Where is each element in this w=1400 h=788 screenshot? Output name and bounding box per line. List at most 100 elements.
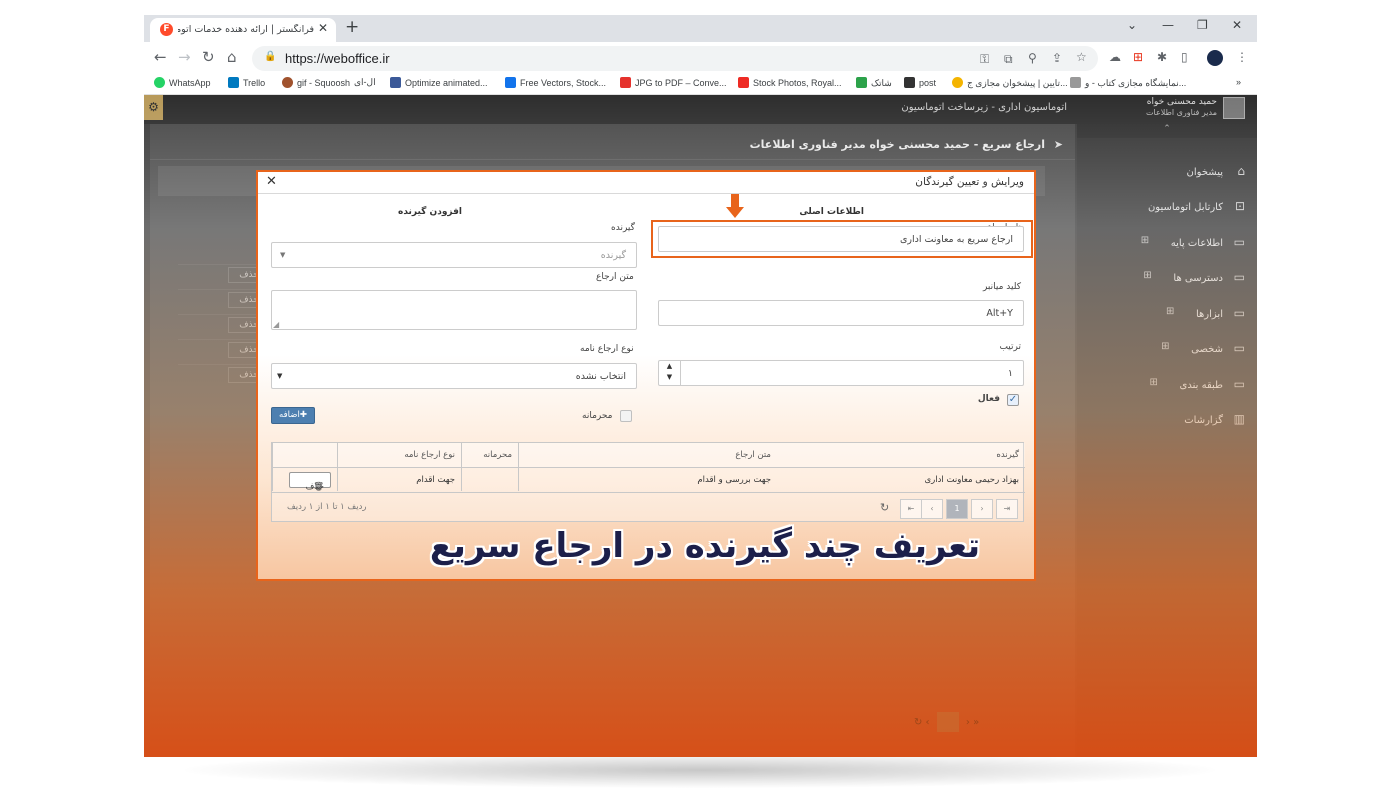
folder-icon: ▭ [1233, 270, 1245, 284]
grid-icon [856, 77, 867, 88]
bookmark-squoosh[interactable]: gif - Squoosh [282, 77, 350, 88]
url-text: https://weboffice.ir [285, 51, 390, 66]
key-icon[interactable]: ⚿ [980, 52, 989, 67]
column-header[interactable]: نوع ارجاع نامه [337, 443, 461, 467]
book-icon [1070, 77, 1081, 88]
active-label: فعال [977, 394, 1000, 404]
side-panel-icon[interactable]: ▯ [1181, 50, 1188, 64]
bookmark-ezgif[interactable]: Optimize animated... [390, 77, 488, 88]
sidebar-item-basic-info[interactable]: ▭اطلاعات پایه ⊞ [1141, 235, 1245, 249]
resize-handle-icon[interactable]: ◢ [273, 320, 279, 329]
bookmark-grid[interactable]: شاتک [856, 77, 892, 89]
arrow-down-icon [726, 194, 744, 220]
expand-icon[interactable]: ⊞ [1141, 235, 1149, 246]
plus-icon: ✚ [299, 410, 307, 420]
translate-icon[interactable]: ⧉ [1004, 52, 1013, 67]
expand-icon[interactable]: ⊞ [1161, 341, 1169, 352]
tab-title: فرانگستر | ارائه دهنده خدمات اتوماسیون ا… [178, 24, 314, 35]
column-header[interactable]: متن ارجاع [518, 443, 777, 467]
first-page-icon[interactable]: ⇤ [900, 499, 922, 519]
recipients-table: گیرنده متن ارجاع محرمانه نوع ارجاع نامه … [271, 442, 1025, 522]
bookmark-ilovepdf[interactable]: JPG to PDF – Conve... [620, 77, 727, 88]
forward-icon[interactable]: → [178, 48, 191, 66]
shutterstock-icon [738, 77, 749, 88]
squoosh-icon [282, 77, 293, 88]
dialog-header: ✕ ویرایش و تعیین گیرندگان [258, 172, 1034, 194]
expand-icon[interactable]: ⊞ [1150, 377, 1158, 388]
minimize-icon[interactable]: — [1162, 18, 1174, 32]
active-checkbox[interactable]: ✓ [1007, 394, 1019, 406]
refresh-icon[interactable]: ↻ [880, 501, 889, 514]
tab-strip: F فرانگستر | ارائه دهنده خدمات اتوماسیون… [144, 15, 1257, 42]
confidential-checkbox[interactable] [620, 410, 632, 422]
close-window-icon[interactable]: ✕ [1232, 18, 1242, 32]
sidebar-collapse-icon[interactable]: ⌃ [1077, 124, 1257, 138]
extension-cloud-icon[interactable]: ☁ [1109, 50, 1121, 64]
sidebar-item-classification[interactable]: ▭طبقه بندی ⊞ [1150, 377, 1245, 391]
browser-toolbar: ← → ↻ ⌂ 🔒 https://weboffice.ir ⚿ ⧉ ⚲ ⇪ ☆… [144, 42, 1257, 74]
shortcut-input[interactable]: Alt+Y [658, 300, 1024, 326]
settings-gear-icon[interactable]: ⚙ [144, 95, 163, 120]
extension-plus-icon[interactable]: ⊞ [1133, 50, 1143, 64]
sidebar-item-access[interactable]: ▭دسترسی ها ⊞ [1143, 270, 1245, 284]
sidebar-item-dashboard[interactable]: ⌂پیشخوان [1187, 164, 1245, 178]
extensions-puzzle-icon[interactable]: ✱ [1157, 50, 1167, 64]
confidential-label: محرمانه [582, 411, 613, 421]
user-box[interactable]: حمید محسنی خواه مدیر فناوری اطلاعات [1109, 97, 1245, 121]
tab-favicon: F [160, 23, 173, 36]
bookmarks-overflow-icon[interactable]: » [1236, 77, 1241, 87]
new-tab-icon[interactable]: + [345, 17, 359, 37]
reload-icon[interactable]: ↻ [202, 48, 215, 66]
delete-row-button[interactable]: 🗑 حذف [289, 472, 331, 492]
current-page-button[interactable]: 1 [946, 499, 968, 519]
last-page-icon[interactable]: ⇥ [996, 499, 1018, 519]
previous-page-icon[interactable]: ‹ [921, 499, 943, 519]
address-bar[interactable]: 🔒 https://weboffice.ir ⚿ ⧉ ⚲ ⇪ ☆ [252, 46, 1098, 71]
restore-icon[interactable]: ❐ [1197, 18, 1208, 32]
inbox-icon: ⊡ [1234, 199, 1245, 213]
add-recipient-heading: افزودن گیرنده [398, 207, 463, 217]
recipient-select[interactable]: گیرنده ▼ [271, 242, 637, 268]
bookmarks-bar: WhatsApp Trello gif - Squoosh ال-ای Opti… [144, 74, 1257, 95]
close-tab-icon[interactable]: ✕ [318, 21, 328, 35]
lock-icon[interactable]: 🔒 [264, 51, 276, 62]
chart-icon: ▥ [1233, 412, 1245, 426]
text-label: متن ارجاع [596, 272, 634, 282]
bookmark-freepik[interactable]: Free Vectors, Stock... [505, 77, 606, 88]
letter-type-select[interactable]: انتخاب نشده ▼ [271, 363, 637, 389]
back-icon[interactable]: ← [154, 48, 167, 66]
profile-avatar-icon[interactable] [1207, 50, 1223, 66]
main-info-heading: اطلاعات اصلی [799, 207, 864, 217]
home-icon[interactable]: ⌂ [227, 48, 237, 66]
share-icon[interactable]: ⇪ [1052, 51, 1062, 65]
bookmark-chrome[interactable]: تایین | پیشخوان مجازی ج... [952, 77, 1068, 89]
bookmark-page[interactable]: ال-ای [354, 77, 376, 88]
cell-text: جهت بررسی و اقدام [518, 467, 777, 491]
bookmark-post[interactable]: post [904, 77, 936, 88]
expand-icon[interactable]: ⊞ [1166, 306, 1174, 317]
text-textarea[interactable]: ◢ [271, 290, 637, 330]
bookmark-whatsapp[interactable]: WhatsApp [154, 77, 211, 88]
ilovepdf-icon [620, 77, 631, 88]
bookmark-book[interactable]: نمایشگاه مجازی کتاب - و... [1070, 77, 1186, 89]
tab-search-icon[interactable]: ⌄ [1127, 18, 1137, 32]
bookmark-shutterstock[interactable]: Stock Photos, Royal... [738, 77, 842, 88]
sidebar-item-reports[interactable]: ▥گزارشات [1184, 412, 1245, 426]
column-header[interactable]: گیرنده [777, 443, 1025, 467]
add-recipient-button[interactable]: ✚اضافه [271, 407, 315, 424]
menu-kebab-icon[interactable]: ⋮ [1236, 50, 1248, 64]
sidebar-item-tools[interactable]: ▭ابزارها ⊞ [1166, 306, 1245, 320]
sidebar-item-cartable[interactable]: ⊡کارتابل اتوماسیون [1148, 199, 1245, 213]
bookmark-star-icon[interactable]: ☆ [1076, 50, 1087, 64]
expand-icon[interactable]: ⊞ [1143, 270, 1151, 281]
browser-tab[interactable]: F فرانگستر | ارائه دهنده خدمات اتوماسیون… [150, 18, 336, 42]
close-icon[interactable]: ✕ [266, 174, 277, 189]
bookmark-trello[interactable]: Trello [228, 77, 265, 88]
folder-icon: ▭ [1233, 235, 1245, 249]
column-header[interactable]: محرمانه [461, 443, 518, 467]
sidebar-item-personal[interactable]: ▭شخصی ⊞ [1161, 341, 1245, 355]
order-stepper[interactable]: ▲ ▼ ۱ [658, 360, 1024, 386]
next-page-icon[interactable]: › [971, 499, 993, 519]
zoom-icon[interactable]: ⚲ [1028, 51, 1037, 65]
stepper-arrows-icon[interactable]: ▲ ▼ [659, 361, 681, 385]
